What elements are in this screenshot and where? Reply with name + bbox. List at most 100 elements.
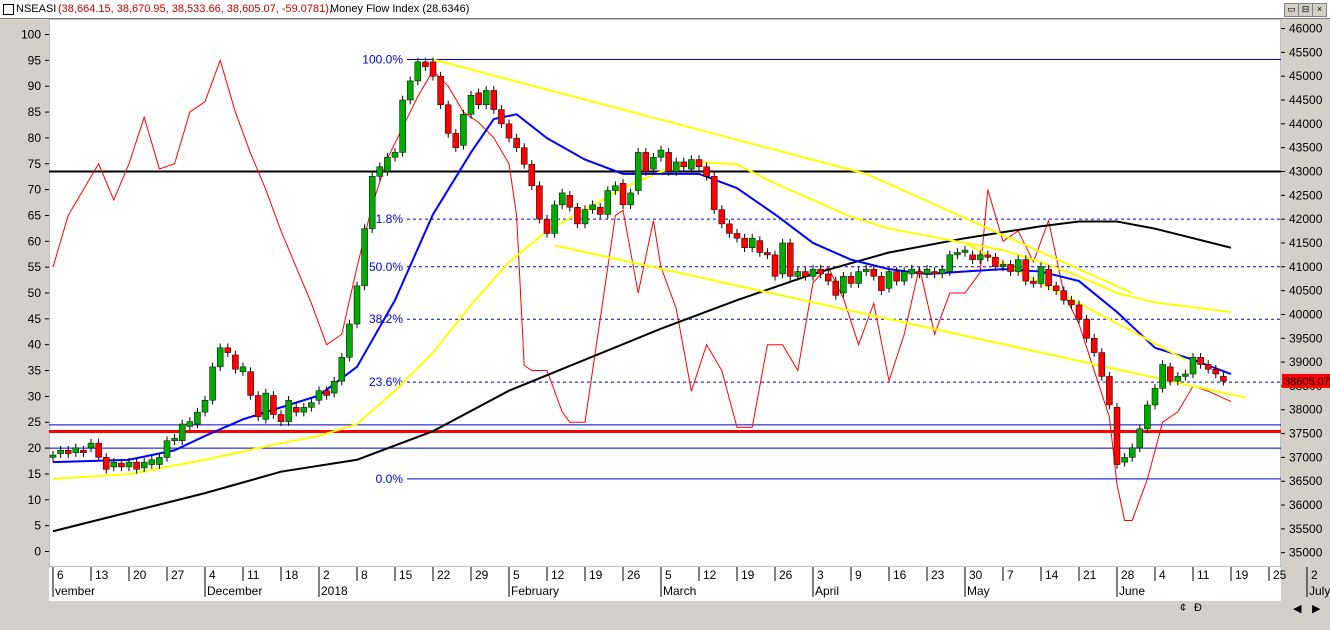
- down-candle-body: [619, 183, 627, 206]
- time-axis-day-label: 25: [1273, 568, 1287, 582]
- down-candle-body: [80, 450, 87, 453]
- candle: [528, 160, 536, 191]
- time-axis-month-label: May: [967, 584, 990, 598]
- down-candle-body: [718, 209, 726, 225]
- up-candle-body: [961, 249, 969, 253]
- date-button[interactable]: Ð: [1194, 602, 1202, 614]
- time-axis-day-label: 7: [1007, 568, 1014, 582]
- down-candle-body: [931, 271, 938, 275]
- up-candle-body: [657, 149, 665, 158]
- up-candle-body: [399, 99, 406, 153]
- up-candle-body: [794, 271, 802, 277]
- candle: [642, 148, 650, 176]
- up-candle-body: [194, 411, 201, 425]
- left-axis-label: 0: [34, 544, 41, 558]
- down-candle-body: [133, 461, 140, 470]
- up-candle-body: [938, 268, 946, 275]
- down-candle-body: [1022, 259, 1030, 282]
- up-candle-body: [110, 461, 118, 468]
- right-axis-label: 46000: [1289, 22, 1323, 36]
- down-candle-body: [1030, 280, 1037, 284]
- down-candle-body: [878, 276, 885, 291]
- down-candle-body: [528, 164, 536, 187]
- up-candle-body: [163, 440, 171, 458]
- up-candle-body: [239, 366, 247, 372]
- down-candle-body: [566, 195, 574, 208]
- up-candle-body: [946, 254, 954, 272]
- up-candle-body: [148, 459, 156, 465]
- down-candle-body: [703, 166, 710, 177]
- candle: [353, 281, 361, 329]
- up-candle-body: [551, 204, 558, 234]
- window-menu-icon[interactable]: [3, 4, 14, 15]
- down-candle-body: [665, 152, 672, 172]
- up-candle-body: [467, 94, 475, 115]
- up-candle-body: [391, 152, 399, 158]
- left-axis-label: 40: [28, 338, 42, 352]
- bottom-toolbar: [0, 601, 1330, 630]
- down-candle-body: [596, 206, 604, 215]
- up-candle-body: [338, 357, 346, 382]
- down-candle-body: [764, 252, 771, 256]
- down-candle-body: [847, 276, 855, 284]
- down-candle-body: [726, 223, 733, 234]
- candle: [490, 86, 498, 114]
- candle: [1159, 360, 1166, 393]
- close-button[interactable]: ×: [1312, 3, 1327, 17]
- up-candle-body: [1136, 428, 1144, 449]
- up-candle-body: [460, 114, 467, 146]
- left-axis-label: 5: [34, 519, 41, 533]
- right-axis-label: 40500: [1289, 284, 1323, 298]
- time-axis-day-label: 19: [1235, 568, 1249, 582]
- left-axis-label: 65: [28, 208, 42, 222]
- down-candle-body: [1166, 366, 1174, 382]
- up-candle-body: [156, 457, 163, 465]
- right-axis-label: 41000: [1289, 260, 1323, 274]
- candle: [665, 148, 672, 176]
- price-chart[interactable]: 100.0%61.8%50.0%38.2%23.6%0.0% 051015202…: [0, 19, 1330, 601]
- time-axis-day-label: 2: [323, 568, 330, 582]
- left-axis-label: 55: [28, 260, 42, 274]
- up-candle-body: [1128, 447, 1136, 458]
- time-axis-day-label: 19: [741, 568, 755, 582]
- right-axis-label: 40000: [1289, 307, 1323, 321]
- time-axis-month-label: April: [815, 584, 839, 598]
- down-candle-body: [475, 92, 482, 106]
- down-candle-body: [984, 254, 992, 258]
- maximize-button[interactable]: ⊟: [1298, 3, 1313, 17]
- down-candle-body: [247, 371, 254, 396]
- zoom-button[interactable]: ¢: [1180, 602, 1186, 614]
- candle: [437, 71, 444, 110]
- candle: [1136, 424, 1144, 453]
- down-candle-body: [1212, 368, 1220, 375]
- up-candle-body: [140, 461, 148, 469]
- up-candle-body: [1182, 373, 1189, 377]
- down-candle-body: [710, 176, 718, 210]
- time-axis-day-label: 15: [399, 568, 413, 582]
- up-candle-body: [262, 392, 270, 420]
- left-axis-label: 15: [28, 467, 42, 481]
- candle: [361, 224, 368, 291]
- minimize-button[interactable]: ▭: [1284, 3, 1299, 17]
- last-price-label: 38605.07: [1284, 376, 1330, 388]
- down-candle-body: [870, 268, 878, 277]
- down-candle-body: [1220, 376, 1227, 382]
- down-candle-body: [893, 271, 900, 282]
- scroll-right-button[interactable]: ▶: [1312, 602, 1320, 615]
- scroll-left-button[interactable]: ◀: [1293, 602, 1301, 615]
- down-candle-body: [1098, 352, 1106, 377]
- left-axis-label: 95: [28, 53, 42, 67]
- down-candle-body: [733, 233, 741, 239]
- down-candle-body: [323, 390, 330, 396]
- left-axis-label: 45: [28, 312, 42, 326]
- up-candle-body: [923, 268, 931, 275]
- down-candle-body: [452, 133, 460, 148]
- left-axis-label: 85: [28, 105, 42, 119]
- right-axis-label: 44000: [1289, 117, 1323, 131]
- down-candle-body: [422, 61, 429, 67]
- candle: [771, 250, 779, 281]
- down-candle-body: [771, 254, 779, 277]
- down-candle-body: [118, 462, 125, 468]
- up-candle-body: [862, 268, 870, 272]
- time-axis-day-label: 3: [817, 568, 824, 582]
